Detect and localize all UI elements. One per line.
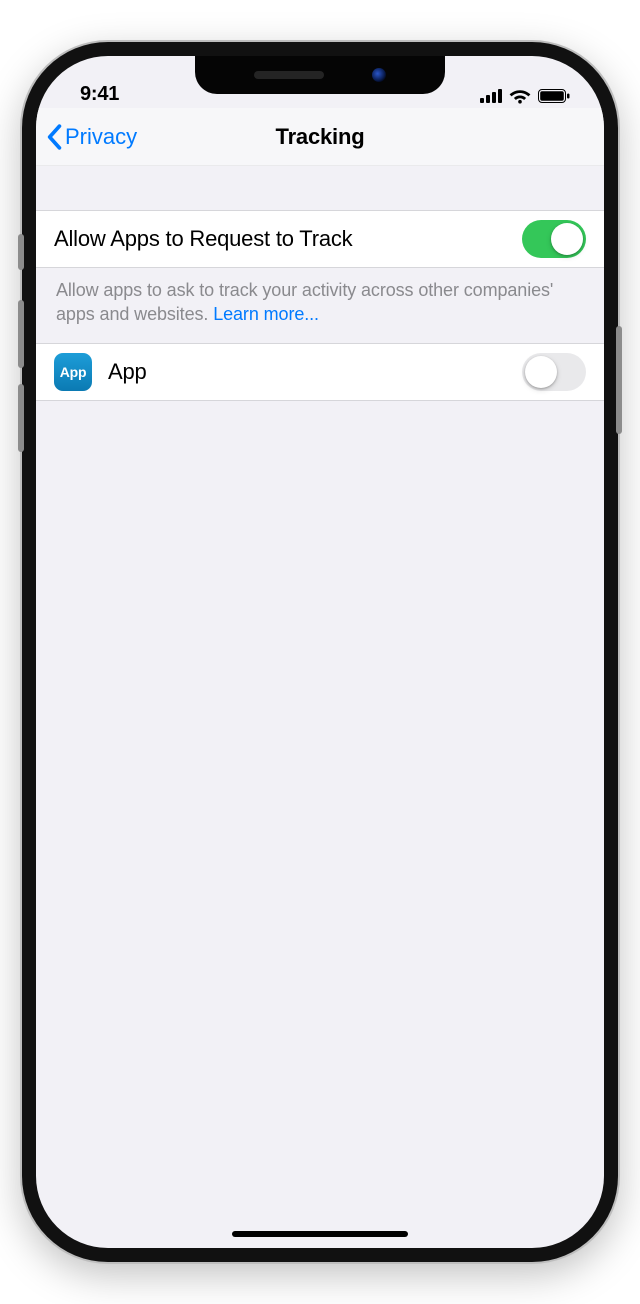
toggle-knob	[525, 356, 557, 388]
learn-more-link[interactable]: Learn more...	[213, 304, 319, 324]
volume-down-button	[18, 384, 24, 452]
app-tracking-toggle[interactable]	[522, 353, 586, 391]
status-indicators	[480, 88, 570, 106]
cellular-icon	[480, 89, 502, 103]
app-icon-text: App	[60, 364, 87, 380]
back-label: Privacy	[65, 124, 137, 150]
allow-tracking-footer: Allow apps to ask to track your activity…	[36, 268, 604, 343]
toggle-knob	[551, 223, 583, 255]
status-time: 9:41	[80, 83, 119, 106]
home-indicator[interactable]	[232, 1231, 408, 1237]
navigation-bar: Privacy Tracking	[36, 108, 604, 166]
app-name-label: App	[108, 359, 522, 385]
phone-device-frame: 9:41	[22, 42, 618, 1262]
mute-switch	[18, 234, 24, 270]
battery-icon	[538, 89, 570, 103]
allow-tracking-label: Allow Apps to Request to Track	[54, 226, 522, 252]
app-icon: App	[54, 353, 92, 391]
app-tracking-row: App App	[36, 343, 604, 401]
section-spacer	[36, 166, 604, 210]
volume-up-button	[18, 300, 24, 368]
back-button[interactable]: Privacy	[46, 124, 137, 150]
power-button	[616, 326, 622, 434]
wifi-icon	[509, 88, 531, 104]
allow-tracking-row: Allow Apps to Request to Track	[36, 210, 604, 268]
allow-tracking-toggle[interactable]	[522, 220, 586, 258]
chevron-left-icon	[46, 124, 62, 150]
front-camera	[372, 68, 386, 82]
speaker-grille	[254, 71, 324, 79]
screen: 9:41	[36, 56, 604, 1248]
notch	[195, 56, 445, 94]
